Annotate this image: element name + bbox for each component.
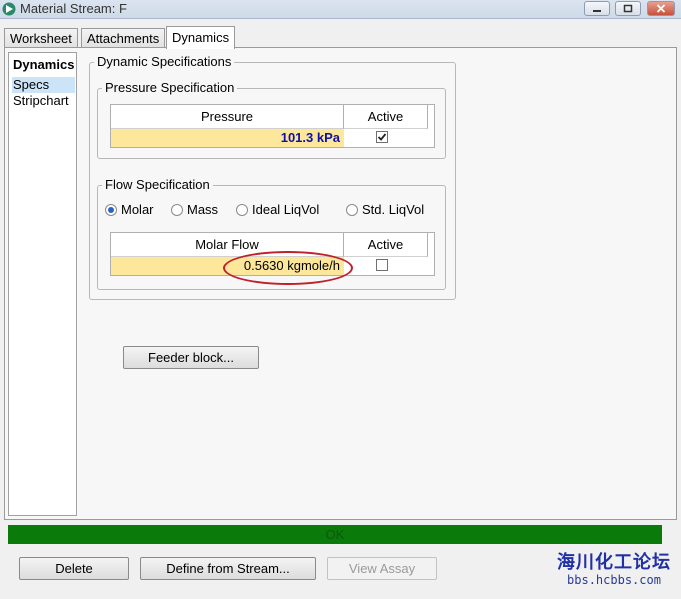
radio-ideal-liqvol-label: Ideal LiqVol [252,202,320,217]
pressure-specification-label: Pressure Specification [102,80,238,95]
flow-active-column-header: Active [344,233,428,257]
close-button[interactable] [647,1,675,16]
restore-icon [623,4,633,13]
view-assay-button[interactable]: View Assay [327,557,437,580]
watermark-url: bbs.hcbbs.com [567,573,661,587]
radio-std-liqvol-label: Std. LiqVol [362,202,425,217]
radio-molar-label: Molar [121,202,154,217]
check-icon [377,133,387,141]
tab-worksheet[interactable]: Worksheet [4,28,78,48]
stream-app-icon [2,2,16,16]
feeder-block-button[interactable]: Feeder block... [123,346,259,369]
close-icon [656,4,666,13]
radio-mass[interactable] [171,203,183,216]
flow-basis-ideal-liqvol[interactable]: Ideal LiqVol [236,202,319,217]
status-bar: OK [8,525,662,544]
flow-specification-label: Flow Specification [102,177,213,192]
restore-button[interactable] [615,1,641,16]
minimize-button[interactable] [584,1,610,16]
pressure-grid: Pressure Active 101.3 kPa [110,104,435,148]
window-title: Material Stream: F [20,1,127,16]
flow-basis-mass[interactable]: Mass [171,202,218,217]
pressure-value-cell[interactable]: 101.3 kPa [111,129,344,147]
tab-attachments[interactable]: Attachments [81,28,166,48]
pressure-active-column-header: Active [344,105,428,129]
pressure-column-header: Pressure [111,105,344,129]
flow-active-checkbox[interactable] [376,259,388,271]
sidebar-item-specs[interactable]: Specs [12,77,75,93]
pressure-active-checkbox[interactable] [376,131,388,143]
sidebar-item-stripchart[interactable]: Stripchart [12,93,75,109]
flow-basis-std-liqvol[interactable]: Std. LiqVol [346,202,424,217]
sidebar-heading: Dynamics [13,57,75,72]
radio-ideal-liqvol[interactable] [236,203,248,216]
tab-dynamics[interactable]: Dynamics [166,26,236,49]
watermark-text: 海川化工论坛 [557,552,671,573]
title-bar: Material Stream: F [0,0,681,19]
minimize-icon [593,9,601,12]
radio-std-liqvol[interactable] [346,203,358,216]
annotation-ellipse [223,251,353,285]
radio-mass-label: Mass [187,202,219,217]
dynamic-specifications-label: Dynamic Specifications [94,54,235,69]
sidebar: Dynamics Specs Stripchart [8,52,77,516]
define-from-stream-button[interactable]: Define from Stream... [140,557,316,580]
radio-molar[interactable] [105,203,117,216]
delete-button[interactable]: Delete [19,557,129,580]
forum-watermark: 海川化工论坛 bbs.hcbbs.com [553,554,675,595]
flow-basis-molar[interactable]: Molar [105,202,154,217]
